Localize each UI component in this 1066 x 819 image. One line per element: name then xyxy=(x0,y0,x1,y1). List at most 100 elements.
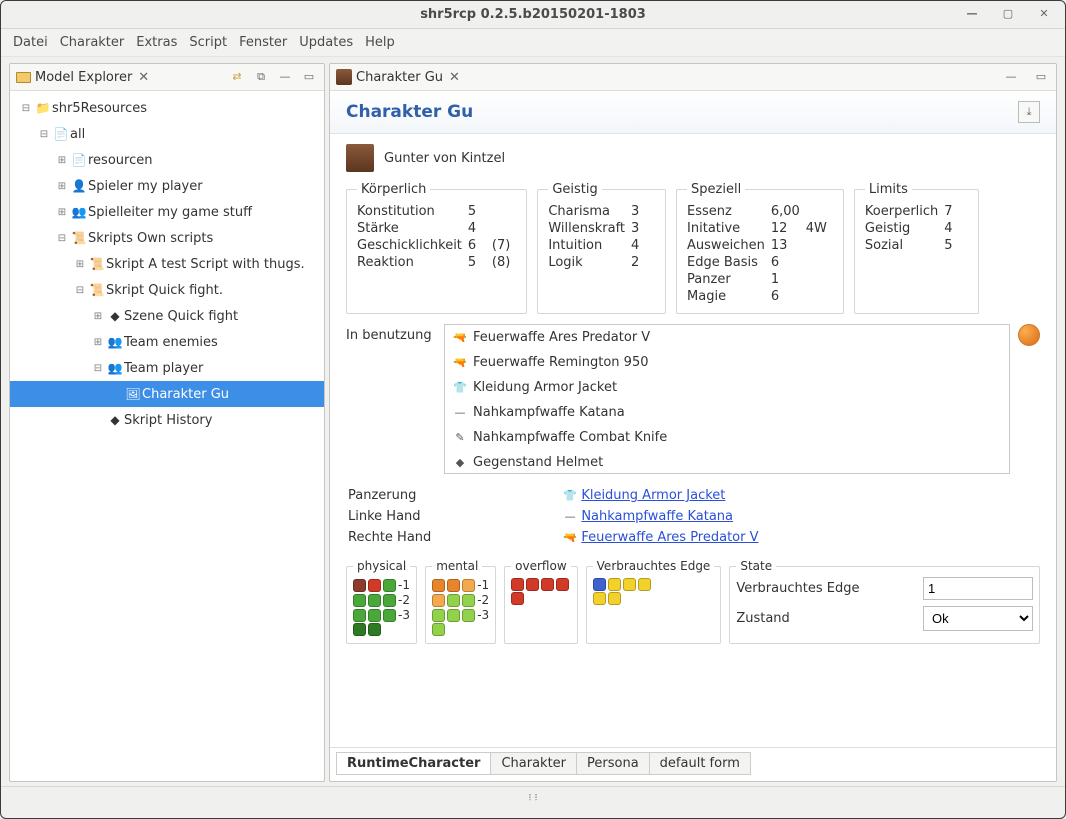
tree-item[interactable]: ⊞◆Szene Quick fight xyxy=(10,303,324,329)
tree-item-label: Charakter Gu xyxy=(142,387,229,402)
stat-cell: 3 xyxy=(631,203,655,220)
inuse-item[interactable]: 🔫Feuerwaffe Ares Predator V xyxy=(445,325,1009,350)
tree-expander-icon[interactable]: ⊟ xyxy=(54,233,70,244)
shirt-icon: 👕 xyxy=(453,381,467,394)
tree-expander-icon[interactable]: ⊞ xyxy=(90,337,106,348)
tree-item[interactable]: ⊟👥Team player xyxy=(10,355,324,381)
state-zustand-select[interactable]: Ok xyxy=(923,606,1033,631)
limits-stats: LimitsKoerperlich7Geistig4Sozial5 xyxy=(854,182,979,314)
stat-cell: 2 xyxy=(631,254,655,271)
menu-help[interactable]: Help xyxy=(365,35,395,50)
tree-item[interactable]: ⊟📜Skript Quick fight. xyxy=(10,277,324,303)
inuse-item-label: Gegenstand Helmet xyxy=(473,455,603,470)
menu-extras[interactable]: Extras xyxy=(136,35,177,50)
rechte-hand-link[interactable]: Feuerwaffe Ares Predator V xyxy=(581,530,758,545)
explorer-close-icon[interactable]: ✕ xyxy=(138,70,149,85)
stat-cell: 1 xyxy=(771,271,806,288)
inuse-item[interactable]: 👕Kleidung Armor Jacket xyxy=(445,375,1009,400)
tree-item[interactable]: ⊞👤Spieler my player xyxy=(10,173,324,199)
window-title: shr5rcp 0.2.5.b20150201-1803 xyxy=(420,7,646,22)
stat-cell: 3 xyxy=(631,220,655,237)
in-use-list[interactable]: 🔫Feuerwaffe Ares Predator V🔫Feuerwaffe R… xyxy=(444,324,1010,474)
stat-cell: (8) xyxy=(492,254,516,271)
state-edge-input[interactable] xyxy=(923,577,1033,600)
tree-item[interactable]: ⊞👥Team enemies xyxy=(10,329,324,355)
geistig-legend: Geistig xyxy=(548,182,601,197)
tree-item[interactable]: ⊞📜Skript A test Script with thugs. xyxy=(10,251,324,277)
inuse-item[interactable]: ◆Gegenstand Helmet xyxy=(445,450,1009,474)
character-portrait xyxy=(346,144,374,172)
tree-item-label: resourcen xyxy=(88,153,152,168)
stat-cell xyxy=(806,203,833,220)
inuse-action-button[interactable] xyxy=(1018,324,1040,346)
statusbar: ፧ ፧ xyxy=(1,786,1065,808)
menu-updates[interactable]: Updates xyxy=(299,35,353,50)
editor-minimize-icon[interactable]: — xyxy=(1002,68,1020,86)
stat-cell: 6 xyxy=(468,237,492,254)
inuse-item[interactable]: ✎Nahkampfwaffe Combat Knife xyxy=(445,425,1009,450)
stat-cell: 12 xyxy=(771,220,806,237)
tab-runtimecharacter[interactable]: RuntimeCharacter xyxy=(336,752,491,775)
tree-item-label: Team player xyxy=(124,361,203,376)
stat-cell: 4 xyxy=(631,237,655,254)
inuse-item-label: Feuerwaffe Ares Predator V xyxy=(473,330,650,345)
panzerung-label: Panzerung xyxy=(348,486,561,505)
editor-tab-title[interactable]: Charakter Gu xyxy=(356,70,443,85)
tab-charakter[interactable]: Charakter xyxy=(490,752,577,775)
window-maximize-icon[interactable]: ▢ xyxy=(999,5,1017,23)
tree-expander-icon[interactable]: ⊞ xyxy=(54,155,70,166)
menu-script[interactable]: Script xyxy=(189,35,227,50)
window-close-icon[interactable]: ✕ xyxy=(1035,5,1053,23)
tab-default-form[interactable]: default form xyxy=(649,752,751,775)
editor-tab-close-icon[interactable]: ✕ xyxy=(449,70,460,85)
team-icon: 👥 xyxy=(106,361,124,375)
tree-item[interactable]: ⊞📄resourcen xyxy=(10,147,324,173)
tree-expander-icon[interactable]: ⊞ xyxy=(72,259,88,270)
tree-item[interactable]: ⊟📄all xyxy=(10,121,324,147)
tree-expander-icon[interactable]: ⊞ xyxy=(54,207,70,218)
tree-item[interactable]: 🖼Charakter Gu xyxy=(10,381,324,407)
explorer-link-icon[interactable]: ⧉ xyxy=(252,68,270,86)
mental-legend: mental xyxy=(432,559,482,573)
stat-cell: Edge Basis xyxy=(687,254,771,271)
team-icon: 👥 xyxy=(106,335,124,349)
stat-cell xyxy=(806,288,833,305)
inuse-item[interactable]: —Nahkampfwaffe Katana xyxy=(445,400,1009,425)
tree-expander-icon[interactable]: ⊞ xyxy=(54,181,70,192)
panzerung-link[interactable]: Kleidung Armor Jacket xyxy=(581,488,725,503)
export-icon[interactable]: ⤓ xyxy=(1018,101,1040,123)
menu-charakter[interactable]: Charakter xyxy=(60,35,125,50)
window-minimize-icon[interactable]: — xyxy=(963,5,981,23)
stat-cell xyxy=(806,271,833,288)
stat-cell: 5 xyxy=(468,254,492,271)
tree-item[interactable]: ⊟📜Skripts Own scripts xyxy=(10,225,324,251)
explorer-minimize-icon[interactable]: — xyxy=(276,68,294,86)
state-legend: State xyxy=(736,559,776,573)
gun-icon: 🔫 xyxy=(453,356,467,369)
stat-cell: 7 xyxy=(944,203,968,220)
tree-item[interactable]: ⊟📁shr5Resources xyxy=(10,95,324,121)
explorer-sync-icon[interactable]: ⇄ xyxy=(228,68,246,86)
tree-expander-icon[interactable]: ⊟ xyxy=(90,363,106,374)
tree-expander-icon[interactable]: ⊟ xyxy=(18,103,34,114)
tab-persona[interactable]: Persona xyxy=(576,752,650,775)
stat-cell: Koerperlich xyxy=(865,203,944,220)
group-icon: 👥 xyxy=(70,205,88,219)
tree-item-label: Team enemies xyxy=(124,335,218,350)
tree-item[interactable]: ◆Skript History xyxy=(10,407,324,433)
explorer-restore-icon[interactable]: ▭ xyxy=(300,68,318,86)
window-titlebar: shr5rcp 0.2.5.b20150201-1803 — ▢ ✕ xyxy=(1,1,1065,29)
inuse-item[interactable]: 🔫Feuerwaffe Remington 950 xyxy=(445,350,1009,375)
tree-item[interactable]: ⊞👥Spielleiter my game stuff xyxy=(10,199,324,225)
tree-expander-icon[interactable]: ⊟ xyxy=(36,129,52,140)
menu-datei[interactable]: Datei xyxy=(13,35,48,50)
tree-expander-icon[interactable]: ⊟ xyxy=(72,285,88,296)
menu-fenster[interactable]: Fenster xyxy=(239,35,287,50)
linke-hand-link[interactable]: Nahkampfwaffe Katana xyxy=(581,509,733,524)
koerperlich-legend: Körperlich xyxy=(357,182,430,197)
tree-expander-icon[interactable]: ⊞ xyxy=(90,311,106,322)
stat-cell: 6 xyxy=(771,288,806,305)
stat-cell: Magie xyxy=(687,288,771,305)
stat-cell: 4 xyxy=(468,220,492,237)
editor-maximize-icon[interactable]: ▭ xyxy=(1032,68,1050,86)
